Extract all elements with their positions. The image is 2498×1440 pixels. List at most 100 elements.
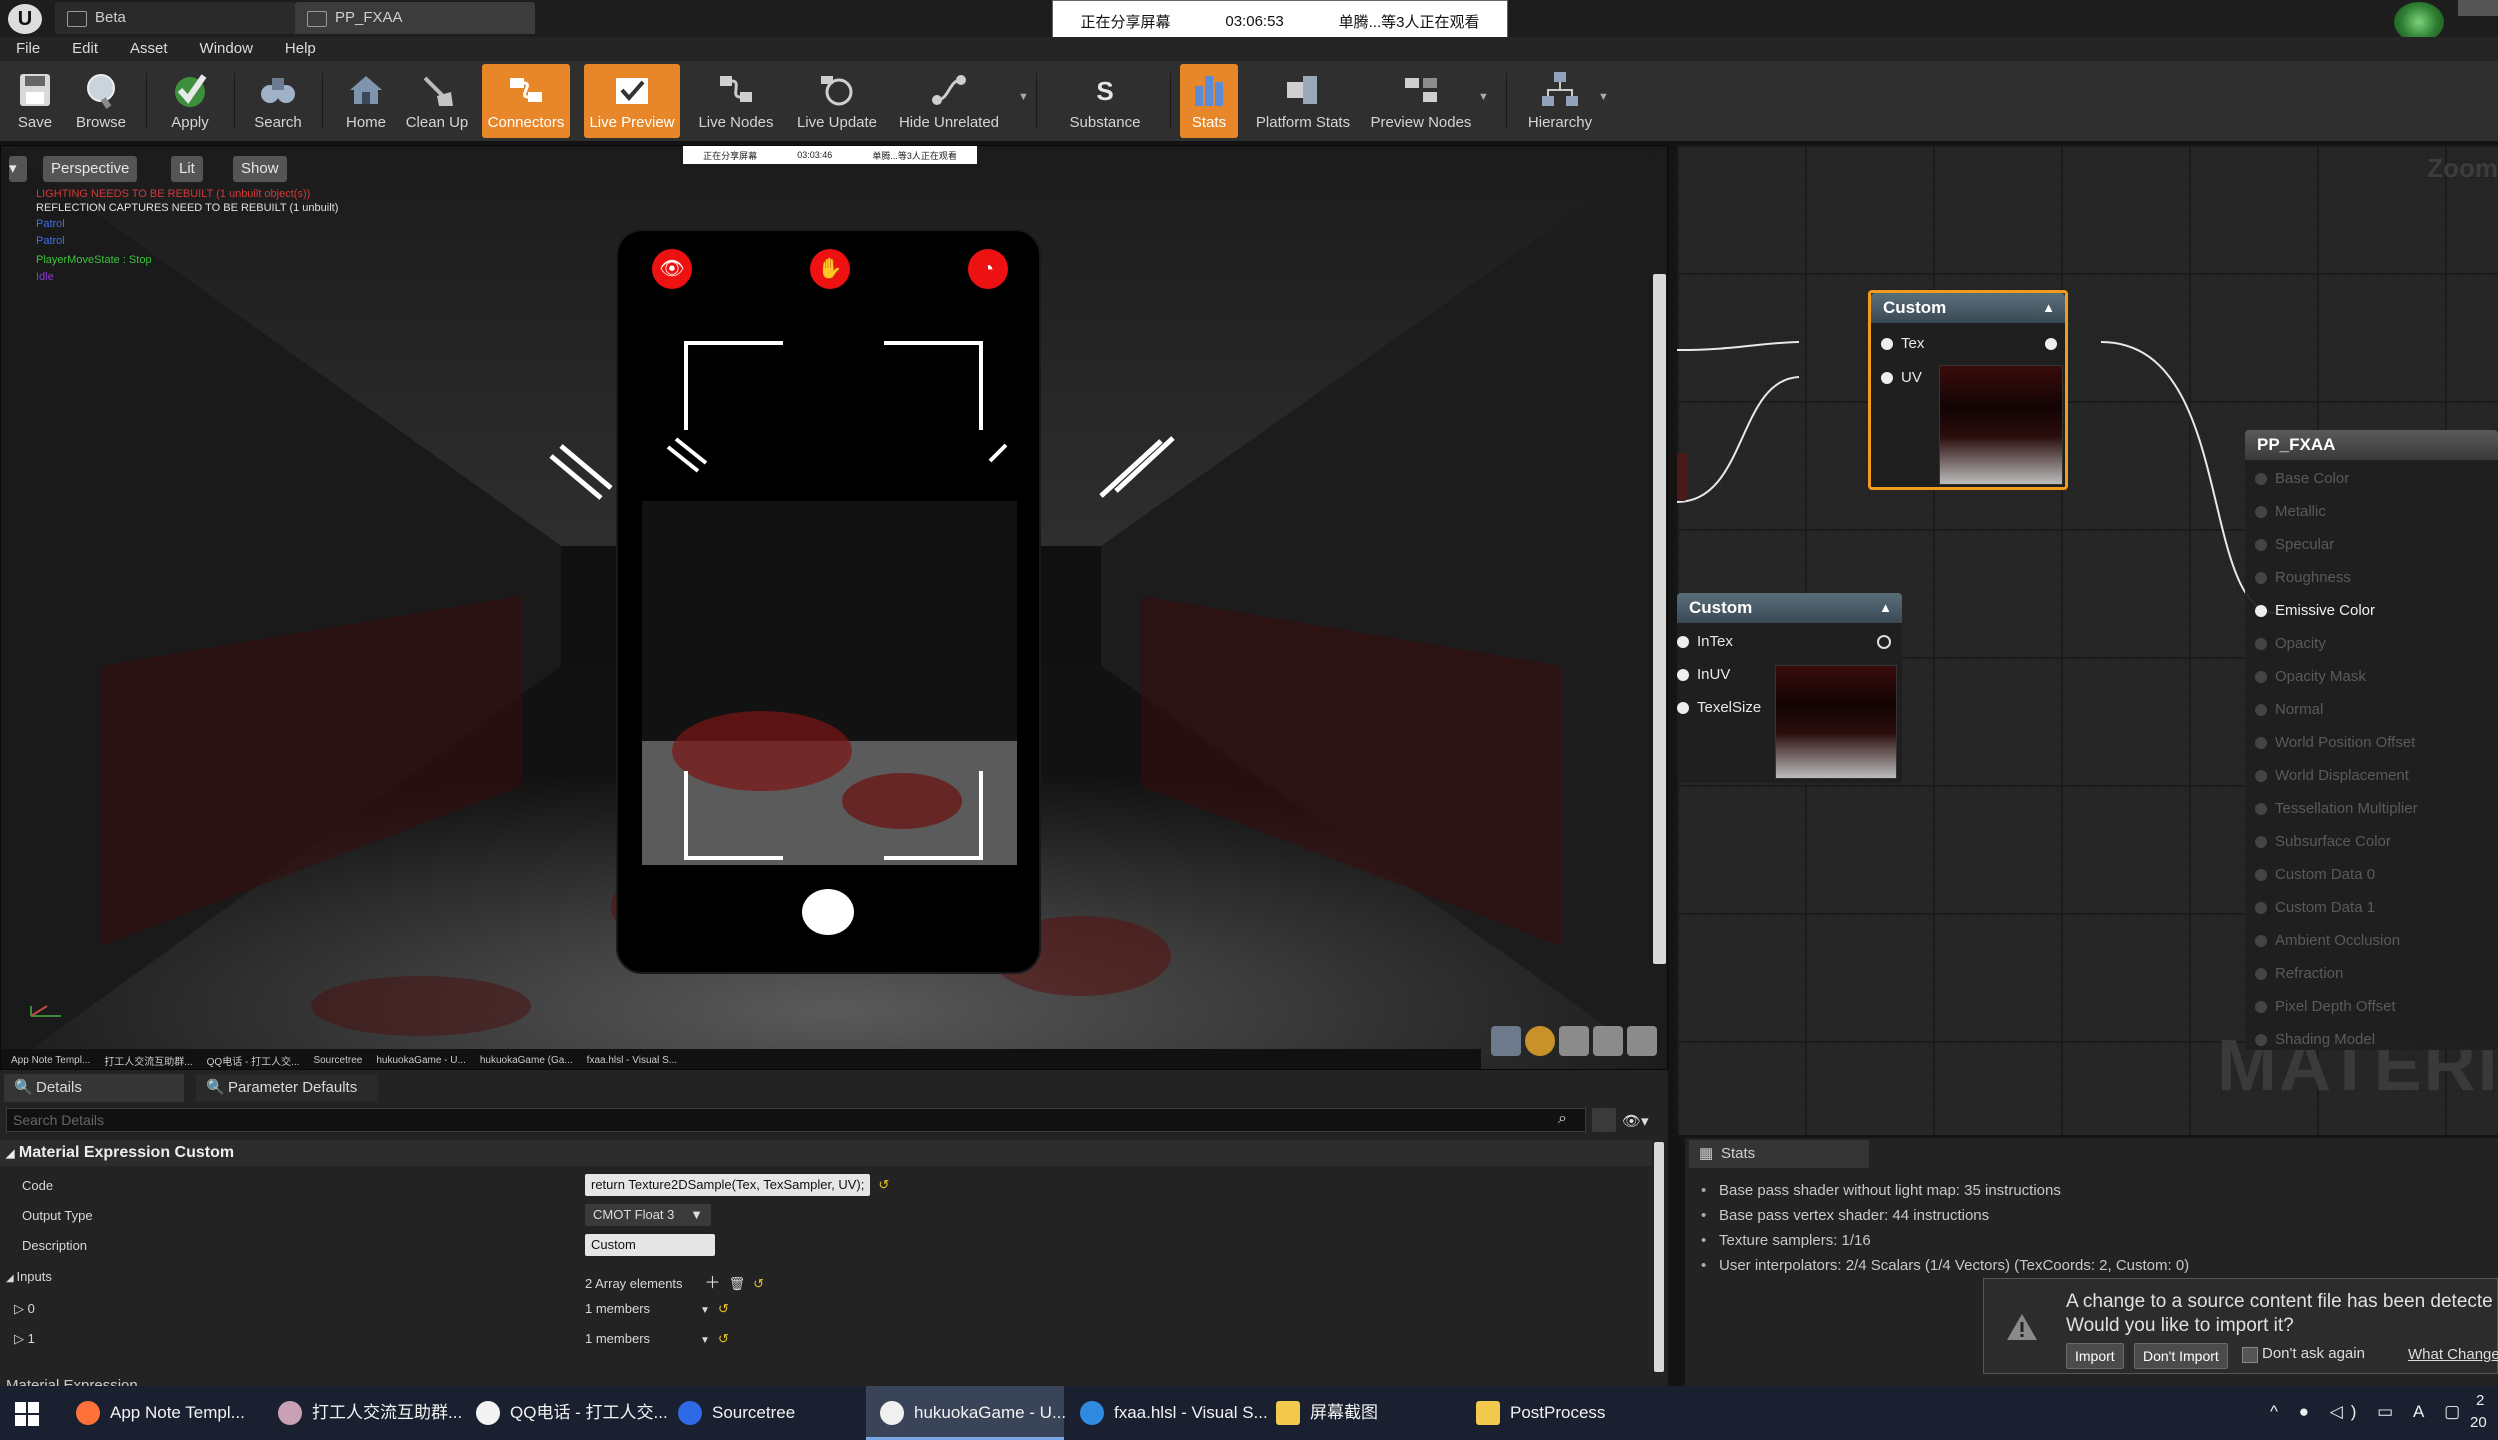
tab-beta[interactable]: Beta: [55, 2, 295, 34]
pin-icon[interactable]: [2255, 638, 2267, 651]
section-material-expression-custom[interactable]: ◢ Material Expression Custom: [0, 1140, 1652, 1166]
preview-nodes-dropdown-icon[interactable]: ▼: [1478, 91, 1489, 103]
details-scrollbar[interactable]: [1654, 1142, 1664, 1372]
result-input-pin[interactable]: Tessellation Multiplier: [2255, 800, 2418, 817]
preview-nodes-button[interactable]: Preview Nodes: [1362, 64, 1480, 138]
result-input-pin[interactable]: Normal: [2255, 701, 2323, 718]
pin-icon[interactable]: [2255, 605, 2267, 618]
pin-icon[interactable]: [2255, 704, 2267, 717]
save-button[interactable]: Save: [8, 64, 62, 138]
result-input-pin[interactable]: Metallic: [2255, 503, 2326, 520]
pin-icon[interactable]: [1677, 702, 1689, 715]
search-button[interactable]: Search: [248, 64, 308, 138]
result-input-pin[interactable]: Base Color: [2255, 470, 2349, 487]
output-pin[interactable]: [2045, 335, 2065, 352]
reset-arrow-icon[interactable]: ↺: [718, 1301, 729, 1317]
menu-window[interactable]: Window: [184, 37, 269, 61]
result-input-pin[interactable]: World Position Offset: [2255, 734, 2415, 751]
pin-icon[interactable]: [2255, 473, 2267, 486]
live-preview-button[interactable]: Live Preview: [584, 64, 680, 138]
eye-view-options-icon[interactable]: 👁▾: [1622, 1112, 1649, 1130]
clean-up-button[interactable]: Clean Up: [402, 64, 472, 138]
pin-icon[interactable]: [1881, 338, 1893, 351]
pin-icon[interactable]: [2255, 1001, 2267, 1014]
search-icon[interactable]: ⌕: [1558, 1110, 1567, 1128]
pin-icon[interactable]: [2255, 902, 2267, 915]
output-pin[interactable]: [1877, 633, 1899, 650]
pin-icon[interactable]: [2255, 1034, 2267, 1047]
source-control-indicator-icon[interactable]: [2394, 2, 2444, 42]
hierarchy-dropdown-icon[interactable]: ▼: [1598, 91, 1609, 103]
menu-file[interactable]: File: [0, 37, 56, 61]
output-type-dropdown[interactable]: CMOT Float 3 ▼: [585, 1204, 711, 1226]
show-button[interactable]: Show: [233, 156, 287, 182]
lit-button[interactable]: Lit: [171, 156, 203, 182]
input-pin-inuv[interactable]: InUV: [1677, 666, 1730, 683]
pp-fxaa-result-node[interactable]: PP_FXAA Base Color Metallic Specular Roughn…: [2245, 430, 2498, 1050]
expand-arrow-icon[interactable]: ▷: [14, 1301, 28, 1316]
result-input-pin[interactable]: Refraction: [2255, 965, 2343, 982]
taskbar-item[interactable]: 屏幕截图: [1262, 1386, 1460, 1440]
preview-viewport[interactable]: ▾ Perspective Lit Show LIGHTING NEEDS TO…: [0, 145, 1668, 1070]
view-options-grid-icon[interactable]: [1592, 1108, 1616, 1132]
connectors-button[interactable]: Connectors: [482, 64, 570, 138]
material-graph[interactable]: Zoom MATERIAL Custom ▲ Tex UV Custom ▲ I…: [1677, 145, 2498, 1135]
trash-icon[interactable]: 🗑: [729, 1276, 746, 1291]
expand-arrow-icon[interactable]: ◢: [6, 1273, 16, 1284]
custom-node-selected[interactable]: Custom ▲ Tex UV: [1868, 290, 2068, 490]
plane-preview-icon[interactable]: [1559, 1026, 1589, 1056]
hide-unrelated-button[interactable]: Hide Unrelated: [890, 64, 1008, 138]
taskbar-item[interactable]: PostProcess: [1462, 1386, 1662, 1440]
menu-asset[interactable]: Asset: [114, 37, 184, 61]
result-input-pin[interactable]: Opacity Mask: [2255, 668, 2366, 685]
result-input-pin[interactable]: Ambient Occlusion: [2255, 932, 2400, 949]
expand-arrow-icon[interactable]: ▷: [14, 1331, 28, 1346]
taskbar-item[interactable]: 打工人交流互助群...: [264, 1386, 462, 1440]
pin-icon[interactable]: [2255, 836, 2267, 849]
pin-icon[interactable]: [1881, 372, 1893, 385]
pin-icon[interactable]: [2255, 671, 2267, 684]
tab-details[interactable]: 🔍 Details: [4, 1074, 184, 1102]
dont-ask-checkbox[interactable]: [2242, 1347, 2258, 1363]
input-pin-intex[interactable]: InTex: [1677, 633, 1733, 650]
browse-button[interactable]: Browse: [68, 64, 134, 138]
input-pin-texelsize[interactable]: TexelSize: [1677, 699, 1761, 716]
chevron-down-icon[interactable]: ▼: [700, 1335, 710, 1346]
expand-arrow-icon[interactable]: ◢: [6, 1148, 14, 1160]
cube-preview-icon[interactable]: [1593, 1026, 1623, 1056]
result-input-pin[interactable]: World Displacement: [2255, 767, 2409, 784]
section-material-expression[interactable]: Material Expression: [6, 1376, 138, 1386]
pin-icon[interactable]: [2045, 338, 2057, 351]
clock[interactable]: 2: [2476, 1392, 2484, 1409]
live-nodes-button[interactable]: Live Nodes: [692, 64, 780, 138]
collapse-arrow-icon[interactable]: ▲: [2042, 293, 2055, 323]
result-input-pin[interactable]: Subsurface Color: [2255, 833, 2391, 850]
teapot-preview-icon[interactable]: [1627, 1026, 1657, 1056]
pin-icon[interactable]: [2255, 770, 2267, 783]
chevron-down-icon[interactable]: ▼: [700, 1305, 710, 1316]
live-update-button[interactable]: Live Update: [790, 64, 884, 138]
system-tray-icons[interactable]: ^ ● ◁) ▭ A ▢: [2270, 1402, 2468, 1422]
windows-start-icon[interactable]: [14, 1401, 40, 1427]
viewport-scrollbar[interactable]: [1653, 274, 1666, 964]
input-pin-tex[interactable]: Tex: [1881, 335, 1924, 352]
result-input-pin[interactable]: Shading Model: [2255, 1031, 2375, 1048]
platform-stats-button[interactable]: Platform Stats: [1248, 64, 1358, 138]
tab-stats[interactable]: ▦ Stats: [1689, 1140, 1869, 1168]
home-button[interactable]: Home: [336, 64, 396, 138]
reset-arrow-icon[interactable]: ↺: [718, 1331, 729, 1347]
hierarchy-button[interactable]: Hierarchy: [1520, 64, 1600, 138]
result-input-pin[interactable]: Opacity: [2255, 635, 2326, 652]
sphere-preview-icon[interactable]: [1525, 1026, 1555, 1056]
result-input-pin[interactable]: Custom Data 0: [2255, 866, 2375, 883]
viewport-options-button[interactable]: ▾: [9, 156, 27, 182]
pin-icon[interactable]: [2255, 803, 2267, 816]
pin-icon[interactable]: [2255, 737, 2267, 750]
stats-button[interactable]: Stats: [1180, 64, 1238, 138]
result-input-pin[interactable]: Custom Data 1: [2255, 899, 2375, 916]
description-field[interactable]: Custom: [585, 1234, 715, 1256]
pin-icon[interactable]: [1877, 635, 1891, 650]
apply-button[interactable]: Apply: [160, 64, 220, 138]
pin-icon[interactable]: [2255, 572, 2267, 585]
search-details-input[interactable]: Search Details: [6, 1108, 1586, 1132]
